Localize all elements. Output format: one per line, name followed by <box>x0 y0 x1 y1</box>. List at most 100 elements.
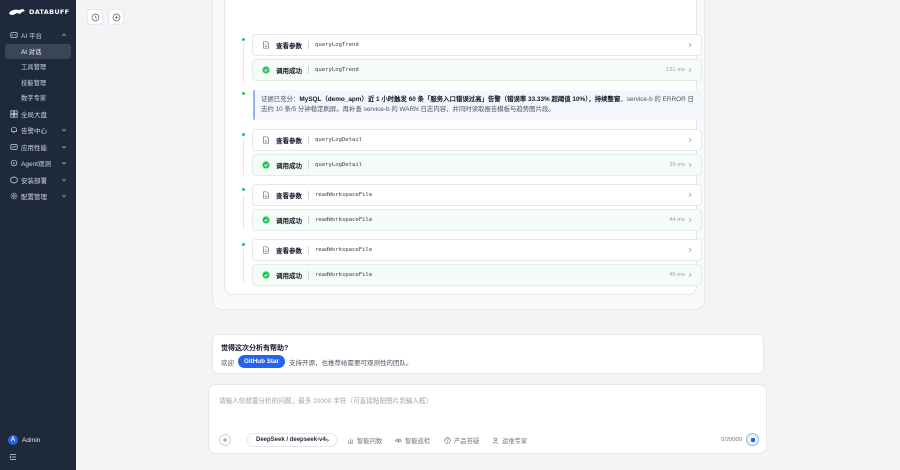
sidebar-item-deploy[interactable]: 安装部署 <box>0 172 76 189</box>
chevron-right-icon <box>688 162 692 168</box>
chat-input-card: DeepSeek / deepseek-v4- 智能问数 智能巡检 产品答疑 运… <box>208 384 767 454</box>
divider <box>308 66 309 74</box>
check-circle-icon <box>261 216 270 225</box>
agent-icon <box>9 159 18 168</box>
chevron-right-icon <box>688 217 692 223</box>
step-label: 调用成功 <box>276 273 302 280</box>
tool-trace-panel: 查看参数 queryLogTrend 调用成功 queryLogTrend 13… <box>224 0 703 295</box>
sidebar-item-label: 全局大盘 <box>21 111 47 119</box>
tool-success-row[interactable]: 调用成功 queryLogTrend 131 ms <box>252 59 702 81</box>
tool-success-row[interactable]: 调用成功 readWorkspaceFile 45 ms <box>252 264 702 286</box>
function-name: readWorkspaceFile <box>315 217 373 223</box>
check-circle-icon <box>261 66 270 75</box>
model-select[interactable]: DeepSeek / deepseek-v4- <box>247 433 337 447</box>
divider <box>308 246 309 254</box>
timeline-line <box>243 139 244 175</box>
function-name: readWorkspaceFile <box>315 192 373 198</box>
new-chat-button[interactable] <box>108 9 124 25</box>
history-button[interactable] <box>87 9 103 25</box>
duration: 131 ms <box>665 67 685 73</box>
sidebar-subitem-skills[interactable]: 技能管理 <box>0 75 76 91</box>
sidebar-item-settings[interactable]: 配置管理 <box>0 188 76 205</box>
step-label: 查看参数 <box>276 248 302 255</box>
evidence-summary: 证据已充分：MySQL（demo_apm）近 1 小时触发 60 条「服务入口错… <box>253 90 703 120</box>
tool-params-row[interactable]: 查看参数 queryLogDetail <box>252 129 702 151</box>
tool-params-row[interactable]: 查看参数 queryLogTrend <box>252 34 702 56</box>
tool-ops-expert[interactable]: 运维专家 <box>492 436 527 445</box>
sidebar-subitem-experts[interactable]: 数字专家 <box>0 90 76 106</box>
feedback-title: 觉得这次分析有帮助? <box>221 345 289 352</box>
sidebar-item-dashboard[interactable]: 全局大盘 <box>0 106 76 123</box>
sidebar-item-label: 安装部署 <box>21 177 47 185</box>
user-name: Admin <box>22 436 41 444</box>
apm-icon <box>9 142 18 151</box>
sidebar-item-alarm[interactable]: 告警中心 <box>0 122 76 139</box>
ai-icon <box>9 31 18 40</box>
deploy-icon <box>9 175 18 184</box>
attach-button[interactable] <box>219 434 231 446</box>
avatar: A <box>8 435 18 445</box>
plus-circle-icon <box>112 13 120 21</box>
stop-icon <box>750 437 755 442</box>
collapse-sidebar-icon[interactable] <box>9 453 17 461</box>
timeline-line <box>243 249 244 283</box>
databuff-logo[interactable]: DATABUFF <box>8 6 69 18</box>
char-counter: 0/20000 <box>721 437 742 443</box>
alarm-icon <box>9 126 18 135</box>
sidebar-item-apm[interactable]: 应用性能 <box>0 139 76 156</box>
tool-smart-inspection[interactable]: 智能巡检 <box>395 436 430 445</box>
tool-params-row[interactable]: 查看参数 readWorkspaceFile <box>252 184 702 206</box>
feedback-card: 觉得这次分析有帮助? 欢迎 GitHub Star 支持开源，也推荐给需要可观测… <box>212 334 764 374</box>
plus-icon <box>222 437 228 443</box>
chevron-down-icon <box>325 439 330 442</box>
sidebar-item-agent[interactable]: Agent观测 <box>0 155 76 172</box>
sidebar-item-ai-platform[interactable]: AI 平台 <box>0 27 76 44</box>
sidebar-item-label: 应用性能 <box>21 144 47 152</box>
tool-label: 产品答疑 <box>454 438 480 445</box>
chevron-right-icon <box>688 272 692 278</box>
tool-product-qa[interactable]: 产品答疑 <box>444 436 479 445</box>
function-name: queryLogTrend <box>315 42 359 48</box>
tool-success-row[interactable]: 调用成功 readWorkspaceFile 44 ms <box>252 209 702 231</box>
document-icon <box>261 136 270 145</box>
timeline-dot <box>242 92 245 95</box>
feedback-prefix: 欢迎 <box>221 359 234 367</box>
sidebar-subitem-tools[interactable]: 工具管理 <box>0 59 76 75</box>
chevron-down-icon <box>61 178 67 182</box>
step-label: 查看参数 <box>276 138 302 145</box>
document-icon <box>261 41 270 50</box>
timeline-dot <box>242 243 245 246</box>
step-label: 查看参数 <box>276 193 302 200</box>
chat-input[interactable] <box>219 394 739 408</box>
timeline-dot <box>242 188 245 191</box>
step-label: 调用成功 <box>276 163 302 170</box>
tool-success-row[interactable]: 调用成功 queryLogDetail 39 ms <box>252 154 702 176</box>
sidebar-item-label: 告警中心 <box>21 128 47 136</box>
chevron-right-icon <box>688 247 692 253</box>
divider <box>308 136 309 144</box>
tool-smart-query[interactable]: 智能问数 <box>347 436 382 445</box>
panther-logo-icon <box>9 9 25 15</box>
logo-text: DATABUFF <box>29 8 70 16</box>
sidebar-subitem-ai-chat[interactable]: AI 对话 <box>5 43 71 59</box>
timeline-dot <box>242 38 245 41</box>
function-name: readWorkspaceFile <box>315 247 373 253</box>
function-name: queryLogDetail <box>315 137 363 143</box>
function-name: queryLogTrend <box>315 67 359 73</box>
chevron-down-icon <box>61 194 67 198</box>
stop-button[interactable] <box>746 433 759 446</box>
sidebar-nav: AI 平台 AI 对话 工具管理 技能管理 数字专家 全局大盘 告警中心 应用性… <box>0 27 76 205</box>
duration: 45 ms <box>669 272 685 278</box>
document-icon <box>261 191 270 200</box>
feedback-suffix: 支持开源，也推荐给需要可观测性的团队。 <box>288 359 413 367</box>
tool-params-row[interactable]: 查看参数 readWorkspaceFile <box>252 239 702 261</box>
user-icon <box>492 437 499 444</box>
sidebar: DATABUFF AI 平台 AI 对话 工具管理 技能管理 数字专家 全局大盘… <box>0 0 76 470</box>
chevron-down-icon <box>61 145 67 149</box>
timeline-line <box>243 44 244 84</box>
timeline-line <box>243 194 244 230</box>
user-menu[interactable]: A Admin <box>8 435 40 445</box>
chevron-right-icon <box>688 192 692 198</box>
github-star-button[interactable]: GitHub Star <box>238 355 285 368</box>
chevron-right-icon <box>688 42 692 48</box>
